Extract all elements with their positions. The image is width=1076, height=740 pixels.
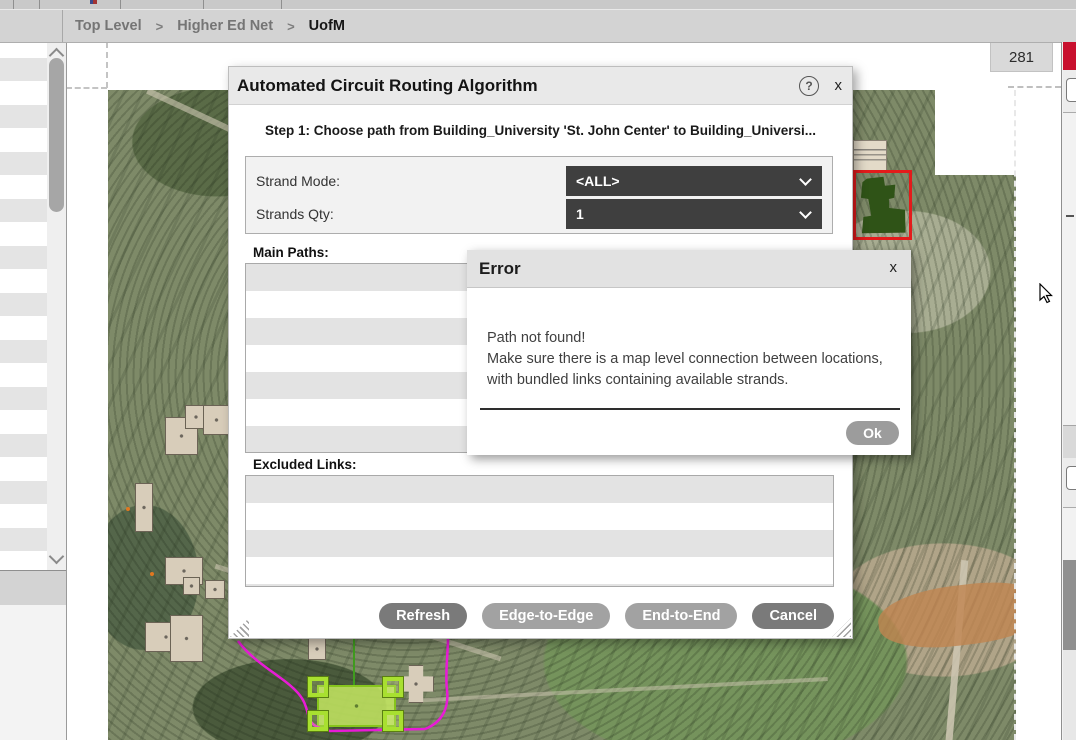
breadcrumb: Top Level > Higher Ed Net > UofM	[0, 10, 1076, 43]
rail-button[interactable]	[1066, 466, 1076, 490]
tab-separator	[281, 0, 282, 9]
chevron-down-icon	[799, 173, 812, 186]
step-instruction: Step 1: Choose path from Building_Univer…	[229, 123, 852, 138]
error-line-1: Path not found!	[487, 328, 891, 349]
error-message: Path not found! Make sure there is a map…	[487, 328, 891, 391]
resize-grip-bottom-right[interactable]	[832, 618, 851, 637]
mouse-cursor	[1038, 283, 1058, 305]
main-paths-label: Main Paths:	[253, 245, 329, 260]
breadcrumb-item-uofm[interactable]: UofM	[309, 18, 345, 34]
rail-scrollbar-thumb[interactable]	[1063, 560, 1076, 650]
right-toolbar-rail	[1061, 42, 1076, 740]
sidebar-footer-band	[0, 570, 66, 606]
tab-separator	[120, 0, 121, 9]
strand-options-panel: Strand Mode: <ALL> Strands Qty: 1	[245, 156, 833, 234]
map-boundary-dash-horizontal	[1008, 86, 1061, 88]
end-to-end-button[interactable]: End-to-End	[625, 603, 737, 629]
breadcrumb-item-higher-ed-net[interactable]: Higher Ed Net	[177, 18, 273, 34]
sidebar-scrollbar[interactable]	[47, 42, 66, 570]
strands-qty-value: 1	[576, 206, 584, 222]
scrollbar-thumb[interactable]	[49, 58, 64, 212]
excluded-links-list[interactable]	[245, 475, 834, 587]
sidebar-row-list[interactable]	[0, 42, 47, 570]
selection-handle-top-left[interactable]	[308, 677, 328, 697]
chevron-down-icon	[799, 206, 812, 219]
selection-handle-top-right[interactable]	[383, 677, 403, 697]
breadcrumb-item-top-level[interactable]: Top Level	[75, 18, 142, 34]
rail-button[interactable]	[1066, 78, 1076, 102]
map-marker-dot	[150, 572, 154, 576]
counter-value: 281	[1009, 49, 1034, 66]
scroll-down-icon[interactable]	[49, 549, 65, 565]
rail-footer	[1063, 650, 1076, 740]
map-unloaded-tile	[935, 90, 1016, 175]
map-edge-dashed-line	[1014, 90, 1016, 740]
strand-mode-value: <ALL>	[576, 173, 620, 189]
rail-divider-band	[1063, 425, 1076, 460]
error-title: Error	[479, 250, 521, 287]
building-green-polygon	[858, 175, 907, 235]
rail-red-swatch[interactable]	[1063, 42, 1076, 70]
map-boundary-dash-horizontal	[66, 87, 107, 89]
breadcrumb-separator: >	[156, 19, 164, 34]
map-object-counter: 281	[990, 42, 1053, 72]
zoom-out-icon[interactable]	[1066, 215, 1074, 217]
building-footprint[interactable]	[183, 577, 200, 595]
app-screen: Top Level > Higher Ed Net > UofM	[0, 0, 1076, 740]
close-icon[interactable]: x	[890, 259, 898, 276]
map-marker-dot	[126, 507, 130, 511]
help-icon[interactable]: ?	[799, 76, 819, 96]
map-construction-area	[875, 575, 1016, 655]
resize-grip-bottom-left[interactable]	[230, 618, 249, 637]
building-footprint[interactable]	[203, 405, 230, 435]
error-dialog: Error x Path not found! Make sure there …	[467, 250, 911, 455]
building-footprint[interactable]	[170, 615, 203, 662]
refresh-button[interactable]: Refresh	[379, 603, 467, 629]
tab-separator	[13, 0, 14, 9]
dialog-button-row: Refresh Edge-to-Edge End-to-End Cancel	[379, 603, 834, 629]
strands-qty-select[interactable]: 1	[566, 199, 822, 229]
tab-separator	[39, 0, 40, 9]
sidebar-lower-panel	[0, 605, 66, 740]
error-divider	[480, 408, 900, 410]
ok-button[interactable]: Ok	[846, 421, 899, 445]
map-label-callout	[853, 140, 887, 172]
dialog-titlebar[interactable]: Automated Circuit Routing Algorithm ? x	[229, 67, 852, 105]
error-line-2: Make sure there is a map level connectio…	[487, 349, 891, 391]
favicon-fragment	[90, 0, 97, 4]
map-path	[408, 677, 828, 703]
close-icon[interactable]: x	[835, 76, 843, 95]
error-titlebar[interactable]: Error x	[467, 250, 911, 288]
strand-mode-select[interactable]: <ALL>	[566, 166, 822, 196]
selection-handle-bottom-right[interactable]	[383, 711, 403, 731]
tab-separator	[203, 0, 204, 9]
strand-mode-label: Strand Mode:	[256, 173, 340, 189]
selected-building-red-outline[interactable]	[853, 170, 912, 240]
building-footprint[interactable]	[135, 483, 153, 532]
selection-handle-bottom-left[interactable]	[308, 711, 328, 731]
building-footprint[interactable]	[205, 580, 225, 599]
cancel-button[interactable]: Cancel	[752, 603, 834, 629]
browser-tabstrip	[0, 0, 1076, 10]
strands-qty-label: Strands Qty:	[256, 206, 334, 222]
building-footprint[interactable]	[308, 638, 326, 660]
edge-to-edge-button[interactable]: Edge-to-Edge	[482, 603, 610, 629]
dialog-title: Automated Circuit Routing Algorithm	[237, 67, 538, 104]
breadcrumb-separator: >	[287, 19, 295, 34]
map-boundary-dash-vertical	[106, 42, 108, 88]
sidebar-border	[66, 42, 67, 740]
excluded-links-label: Excluded Links:	[253, 457, 357, 472]
breadcrumb-divider	[62, 10, 63, 42]
